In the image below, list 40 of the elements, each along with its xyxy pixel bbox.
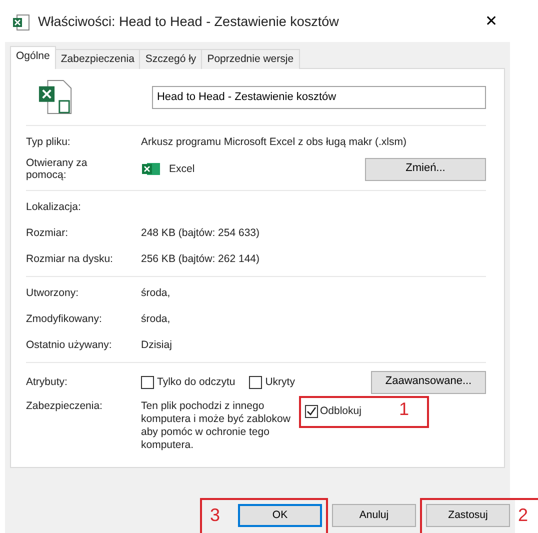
field-label: Zmodyfikowany: bbox=[26, 312, 103, 326]
checkbox-label: Tylko do odczytu bbox=[157, 376, 236, 388]
file-name-field[interactable]: Head to Head - Zestawienie kosztów bbox=[152, 86, 486, 108]
security-message: Ten plik pochodzi z innego komputera i może być zablokow aby pomóc w ochronie tego komputera. bbox=[141, 400, 292, 452]
field-value: Arkusz programu Microsoft Excel z obs ługą makr (.xlsm) bbox=[141, 136, 406, 148]
advanced-button[interactable]: Zaawansowane... bbox=[371, 370, 486, 394]
field-value: środa, bbox=[141, 312, 170, 326]
annotation-number: 3 bbox=[210, 506, 220, 524]
field-value: 248 KB (bajtów: 254 633) bbox=[141, 226, 260, 240]
excel-icon bbox=[141, 162, 161, 176]
field-label: Typ pliku: bbox=[26, 136, 72, 148]
field-label: Atrybuty: bbox=[26, 376, 68, 388]
checkbox-label: Ukryty bbox=[265, 376, 295, 388]
tab[interactable]: Poprzednie wersje bbox=[201, 49, 300, 69]
field-label: Rozmiar: bbox=[26, 226, 70, 240]
field-label: Utworzony: bbox=[26, 286, 80, 300]
field-label: Otwierany za pomocą: bbox=[26, 156, 88, 182]
dialog-button[interactable]: Zastosuj bbox=[426, 504, 510, 527]
dialog-button[interactable]: OK bbox=[238, 504, 322, 527]
field-label: Zabezpieczenia: bbox=[26, 400, 104, 413]
tab[interactable]: Ogólne bbox=[10, 46, 56, 69]
field-value: 256 KB (bajtów: 262 144) bbox=[141, 252, 260, 266]
annotation-number: 1 bbox=[399, 400, 410, 418]
close-button[interactable]: ✕ bbox=[485, 14, 498, 29]
field-value: Dzisiaj bbox=[141, 338, 172, 352]
field-label: Rozmiar na dysku: bbox=[26, 252, 114, 266]
tab[interactable]: Szczegó ły bbox=[139, 49, 202, 69]
field-label: Ostatnio używany: bbox=[26, 338, 113, 352]
tab[interactable]: Zabezpieczenia bbox=[54, 49, 140, 69]
annotation-number: 2 bbox=[518, 506, 528, 524]
app-name: Excel bbox=[169, 162, 195, 176]
field-value: środa, bbox=[141, 286, 170, 300]
change-button[interactable]: Zmień... bbox=[365, 158, 486, 180]
dialog-button[interactable]: Anuluj bbox=[332, 504, 416, 527]
window-title: Właściwości: Head to Head - Zestawienie kosztów bbox=[38, 14, 339, 30]
excel-file-icon bbox=[12, 14, 32, 32]
unblock-checkbox[interactable]: Odblokuj bbox=[305, 405, 362, 418]
checkbox[interactable] bbox=[249, 376, 262, 388]
field-label: Lokalizacja: bbox=[26, 200, 82, 214]
checkbox[interactable] bbox=[141, 376, 154, 388]
